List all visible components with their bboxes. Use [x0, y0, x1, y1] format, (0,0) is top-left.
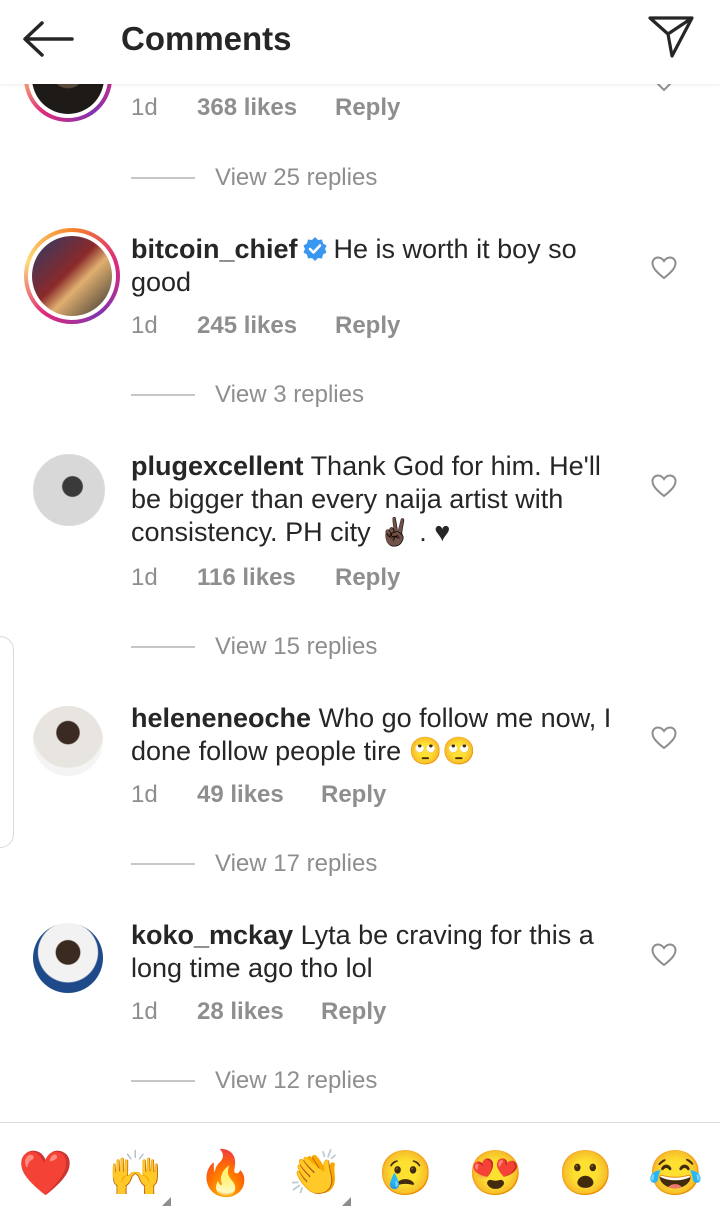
comment-username[interactable]: koko_mckay [131, 920, 293, 950]
skin-tone-indicator-icon [162, 1197, 171, 1206]
avatar[interactable] [33, 454, 105, 526]
emoji-laughing-button[interactable]: 😂 [648, 1147, 703, 1201]
likes-count[interactable]: 28 likes [197, 997, 284, 1027]
verified-badge-icon [303, 237, 327, 261]
like-heart-icon[interactable] [651, 943, 677, 967]
avatar[interactable] [33, 923, 103, 993]
header-bar: Comments [0, 0, 720, 84]
avatar[interactable] [24, 84, 112, 122]
comment-username[interactable]: bitcoin_chief [131, 234, 298, 264]
emoji-quick-reply-bar: ❤️ 🙌 🔥 👏 😢 😍 😮 😂 [0, 1122, 720, 1211]
emoji-fire-button[interactable]: 🔥 [198, 1147, 253, 1201]
comment-time: 1d [131, 94, 158, 121]
comment-time: 1d [131, 564, 158, 591]
like-heart-icon[interactable] [651, 726, 677, 750]
direct-send-icon[interactable] [646, 14, 696, 60]
reply-button[interactable]: Reply [321, 780, 386, 810]
comment-time: 1d [131, 998, 158, 1025]
reply-button[interactable]: Reply [321, 997, 386, 1027]
like-heart-icon[interactable] [651, 84, 677, 98]
reply-button[interactable]: Reply [335, 93, 400, 123]
likes-count[interactable]: 116 likes [197, 563, 296, 593]
reply-button[interactable]: Reply [335, 563, 400, 593]
emoji-raised-hands-button[interactable]: 🙌 [108, 1147, 163, 1201]
avatar[interactable] [33, 706, 103, 776]
comment-time: 1d [131, 312, 158, 339]
comment-username[interactable]: heleneneoche [131, 703, 311, 733]
divider-line [131, 863, 195, 865]
comment-text: heleneneoche Who go follow me now, I don… [131, 702, 621, 768]
comment-text: koko_mckay Lyta be craving for this a lo… [131, 919, 621, 985]
page-title: Comments [121, 20, 292, 57]
likes-count[interactable]: 49 likes [197, 780, 284, 810]
emoji-clapping-button[interactable]: 👏 [288, 1147, 343, 1201]
likes-count[interactable]: 245 likes [197, 311, 297, 341]
like-heart-icon[interactable] [651, 256, 677, 280]
comment-text: bitcoin_chief He is worth it boy so good [131, 233, 621, 299]
emoji-crying-button[interactable]: 😢 [378, 1147, 433, 1201]
back-arrow-icon[interactable] [20, 18, 76, 60]
divider-line [131, 394, 195, 396]
like-heart-icon[interactable] [651, 474, 677, 498]
avatar[interactable] [24, 228, 120, 324]
comments-feed[interactable]: 1d 368 likes Reply View 25 replies bitco… [0, 84, 720, 1122]
divider-line [131, 1080, 195, 1082]
reply-button[interactable]: Reply [335, 311, 400, 341]
likes-count[interactable]: 368 likes [197, 93, 297, 123]
divider-line [131, 646, 195, 648]
edge-panel-handle[interactable] [0, 636, 14, 848]
divider-line [131, 177, 195, 179]
comment-username[interactable]: plugexcellent [131, 451, 304, 481]
emoji-heart-button[interactable]: ❤️ [18, 1147, 73, 1201]
comment-text: plugexcellent Thank God for him. He'll b… [131, 450, 621, 549]
skin-tone-indicator-icon [342, 1197, 351, 1206]
emoji-heart-eyes-button[interactable]: 😍 [468, 1147, 523, 1201]
emoji-surprised-button[interactable]: 😮 [558, 1147, 613, 1201]
comment-time: 1d [131, 781, 158, 808]
